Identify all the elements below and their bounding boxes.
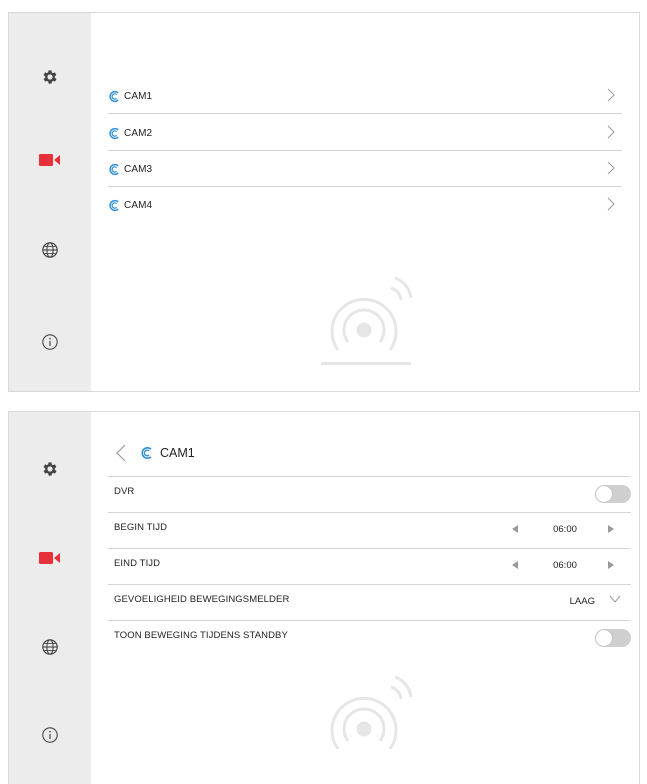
gear-icon [43, 70, 57, 84]
cam-logo-icon [109, 163, 119, 175]
setting-row-dvr: DVR [108, 476, 631, 512]
settings-header: CAM1 [108, 438, 195, 468]
camera-settings: CAM1 DVR BEGIN TIJD 06:00 EIND TIJD 06:0… [91, 412, 639, 784]
sidebar [9, 13, 91, 391]
dvr-toggle[interactable] [595, 485, 631, 503]
end-time-increase-button[interactable] [604, 558, 618, 572]
sidebar-item-settings[interactable] [9, 60, 91, 94]
wireless-signal-watermark-icon [330, 675, 413, 750]
setting-row-standby-motion: TOON BEWEGING TIJDENS STANDBY [108, 620, 631, 656]
camera-list-item-label: CAM1 [124, 90, 153, 102]
cam-logo-icon [141, 447, 152, 459]
camera-list-item-cam3[interactable]: CAM3 [108, 151, 622, 187]
setting-row-motion-sensitivity: GEVOELIGHEID BEWEGINGSMELDER LAAG [108, 584, 631, 620]
video-camera-icon [39, 154, 60, 166]
chevron-right-icon [607, 88, 615, 102]
sidebar-item-info[interactable] [9, 325, 91, 359]
camera-list-item-label: CAM3 [124, 163, 153, 175]
divider [108, 548, 631, 549]
cam-logo-icon [109, 199, 119, 211]
info-icon [42, 727, 58, 743]
globe-icon [42, 639, 58, 655]
wireless-signal-watermark-icon [321, 276, 413, 365]
gear-icon [43, 462, 57, 476]
chevron-down-icon[interactable] [609, 595, 621, 603]
triangle-right-icon [608, 561, 614, 569]
chevron-right-icon [607, 125, 615, 139]
back-button[interactable] [108, 439, 134, 467]
camera-list-screen: CAM1 CAM2 CAM3 CAM4 [8, 12, 640, 392]
cam-logo-icon [109, 90, 119, 102]
begin-time-increase-button[interactable] [604, 522, 618, 536]
page-title: CAM1 [160, 446, 195, 460]
chevron-left-icon [116, 444, 126, 462]
camera-list-item-label: CAM2 [124, 127, 153, 139]
chevron-right-icon [607, 197, 615, 211]
sidebar-item-network[interactable] [9, 630, 91, 664]
divider [108, 512, 631, 513]
sidebar-item-info[interactable] [9, 718, 91, 752]
motion-sensitivity-label: GEVOELIGHEID BEWEGINGSMELDER [114, 594, 290, 605]
triangle-right-icon [608, 525, 614, 533]
divider [108, 476, 631, 477]
camera-list-item-label: CAM4 [124, 199, 153, 211]
divider [108, 113, 622, 114]
begin-time-label: BEGIN TIJD [114, 522, 168, 533]
begin-time-value: 06:00 [553, 524, 577, 535]
camera-list: CAM1 CAM2 CAM3 CAM4 [91, 13, 639, 391]
camera-settings-screen: CAM1 DVR BEGIN TIJD 06:00 EIND TIJD 06:0… [8, 411, 640, 784]
camera-list-item-cam4[interactable]: CAM4 [108, 187, 622, 223]
setting-row-begin-time: BEGIN TIJD 06:00 [108, 512, 631, 548]
motion-sensitivity-select[interactable]: LAAG [570, 596, 595, 607]
end-time-decrease-button[interactable] [508, 558, 522, 572]
dvr-label: DVR [114, 486, 135, 497]
sidebar-item-network[interactable] [9, 233, 91, 267]
divider [108, 620, 631, 621]
sidebar-item-settings[interactable] [9, 452, 91, 486]
camera-list-item-cam2[interactable]: CAM2 [108, 115, 622, 151]
sidebar-item-camera[interactable] [9, 143, 91, 177]
divider [108, 584, 631, 585]
cam-logo-icon [109, 127, 119, 139]
sidebar-item-camera[interactable] [9, 541, 91, 575]
chevron-right-icon [607, 161, 615, 175]
standby-motion-label: TOON BEWEGING TIJDENS STANDBY [114, 630, 288, 641]
end-time-value: 06:00 [553, 560, 577, 571]
end-time-label: EIND TIJD [114, 558, 161, 569]
begin-time-decrease-button[interactable] [508, 522, 522, 536]
camera-list-item-cam1[interactable]: CAM1 [108, 78, 622, 114]
setting-row-end-time: EIND TIJD 06:00 [108, 548, 631, 584]
triangle-left-icon [512, 525, 518, 533]
sidebar [9, 412, 91, 784]
globe-icon [42, 242, 58, 258]
video-camera-icon [39, 552, 60, 564]
standby-motion-toggle[interactable] [595, 629, 631, 647]
info-icon [42, 334, 58, 350]
triangle-left-icon [512, 561, 518, 569]
